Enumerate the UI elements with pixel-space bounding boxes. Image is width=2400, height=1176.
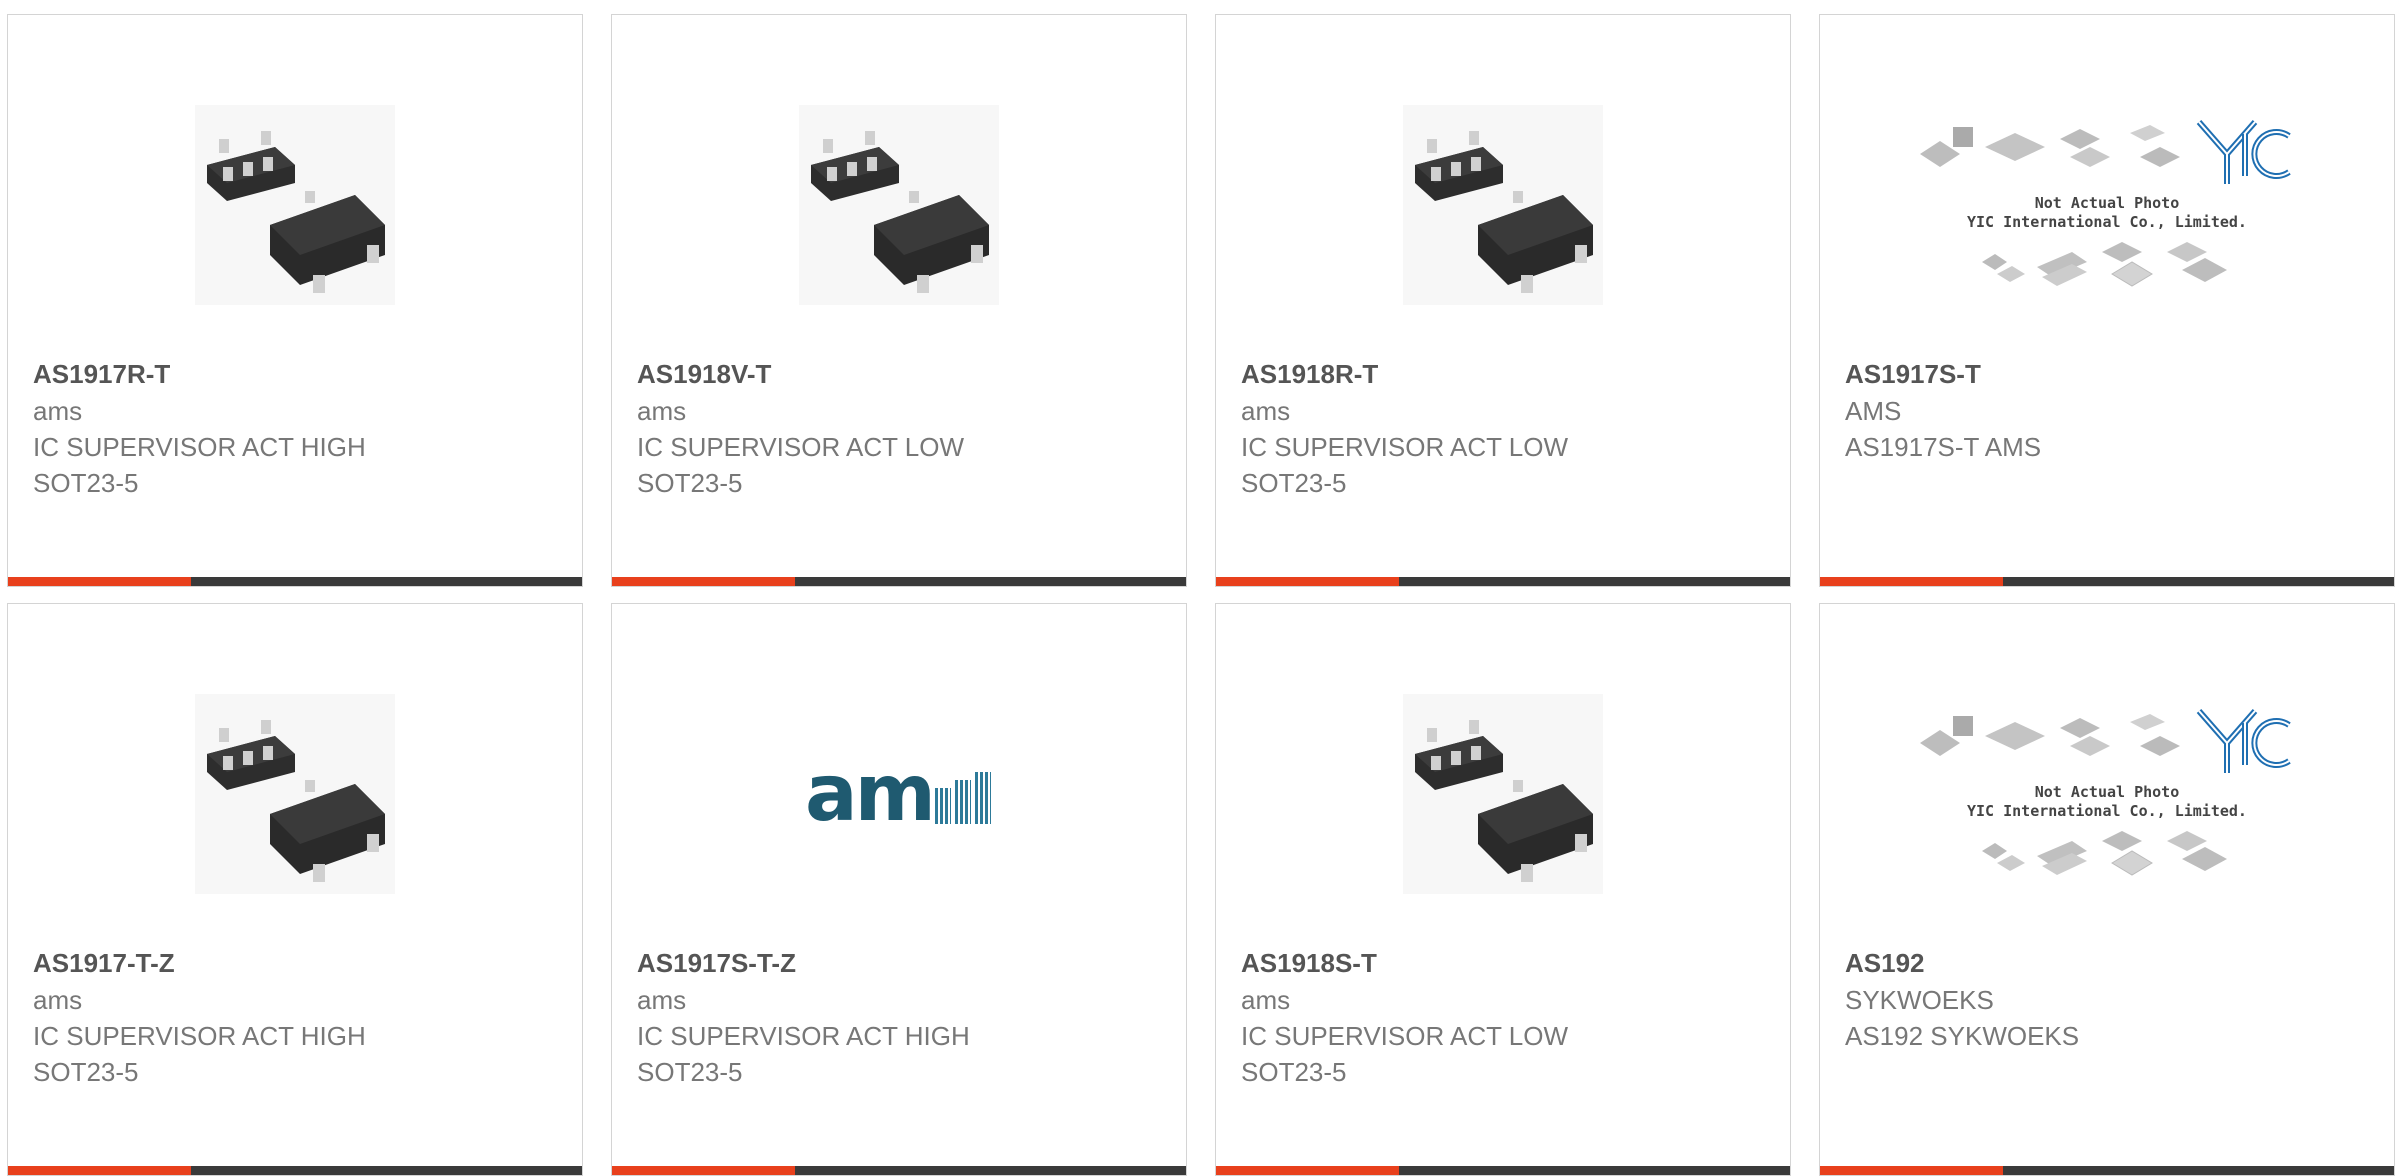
description-line: SOT23-5	[33, 1057, 139, 1087]
description-line: IC SUPERVISOR ACT HIGH	[637, 1021, 970, 1051]
product-image	[8, 664, 582, 924]
part-number[interactable]: AS1917S-T-Z	[637, 944, 1166, 982]
description-line: AS192 SYKWOEKS	[1845, 1021, 2080, 1051]
part-number[interactable]: AS1918S-T	[1241, 944, 1770, 982]
card-accent-bar	[1216, 577, 1790, 586]
card-accent-bar	[1820, 577, 2394, 586]
description-line: SOT23-5	[1241, 1057, 1347, 1087]
sot23-5-icon	[1403, 105, 1603, 305]
part-number[interactable]: AS1918R-T	[1241, 355, 1770, 393]
manufacturer: AMS	[1845, 396, 1902, 426]
product-card[interactable]: AS1918V-T ams IC SUPERVISOR ACT LOW SOT23-…	[611, 14, 1187, 587]
description-line: IC SUPERVISOR ACT LOW	[1241, 432, 1569, 462]
placeholder-image: Not Actual Photo YIC International Co., …	[1915, 703, 2299, 886]
packages-icon	[1981, 241, 2227, 287]
packages-icon	[1919, 713, 2180, 756]
part-number[interactable]: AS1917S-T	[1845, 355, 2374, 393]
card-accent-bar	[612, 577, 1186, 586]
description-line: SOT23-5	[1241, 468, 1347, 498]
part-number[interactable]: AS1917-T-Z	[33, 944, 562, 982]
product-image	[8, 75, 582, 335]
product-image	[1216, 664, 1790, 924]
ams-logo: am	[805, 749, 993, 839]
sot23-5-icon	[195, 694, 395, 894]
product-card[interactable]: AS1918R-T ams IC SUPERVISOR ACT LOW SOT23-…	[1215, 14, 1791, 587]
product-card[interactable]: AS1917R-T ams IC SUPERVISOR ACT HIGH SOT23…	[7, 14, 583, 587]
card-accent-bar	[612, 1166, 1186, 1175]
description-line: SOT23-5	[33, 468, 139, 498]
description-line: IC SUPERVISOR ACT HIGH	[33, 1021, 366, 1051]
card-accent-bar	[8, 1166, 582, 1175]
packages-icon	[1981, 830, 2227, 876]
product-card[interactable]: AS1917-T-Z ams IC SUPERVISOR ACT HIGH SOT2…	[7, 603, 583, 1176]
description-line: IC SUPERVISOR ACT LOW	[637, 432, 965, 462]
packages-icon	[1919, 124, 2180, 167]
product-card[interactable]: Not Actual Photo YIC International Co., …	[1819, 14, 2395, 587]
card-accent-bar	[1216, 1166, 1790, 1175]
description-line: SOT23-5	[637, 468, 743, 498]
product-card[interactable]: AS1918S-T ams IC SUPERVISOR ACT LOW SOT23-…	[1215, 603, 1791, 1176]
yic-logo	[2196, 708, 2291, 773]
product-image: Not Actual Photo YIC International Co., …	[1820, 75, 2394, 335]
manufacturer: ams	[1241, 985, 1291, 1015]
description-line: AS1917S-T AMS	[1845, 432, 2042, 462]
sot23-5-icon	[1403, 694, 1603, 894]
part-number[interactable]: AS192	[1845, 944, 2374, 982]
manufacturer: ams	[33, 396, 83, 426]
part-number[interactable]: AS1918V-T	[637, 355, 1166, 393]
placeholder-caption-2: YIC International Co., Limited.	[1967, 212, 2247, 231]
description-line: SOT23-5	[637, 1057, 743, 1087]
placeholder-image: Not Actual Photo YIC International Co., …	[1915, 114, 2299, 297]
manufacturer: ams	[1241, 396, 1291, 426]
description-line: IC SUPERVISOR ACT HIGH	[33, 432, 366, 462]
manufacturer: SYKWOEKS	[1845, 985, 1994, 1015]
product-image	[1216, 75, 1790, 335]
ams-logo-mark	[934, 772, 991, 824]
sot23-5-icon	[799, 105, 999, 305]
manufacturer: ams	[637, 985, 687, 1015]
placeholder-caption-1: Not Actual Photo	[2034, 193, 2180, 212]
manufacturer: ams	[33, 985, 83, 1015]
description-line: IC SUPERVISOR ACT LOW	[1241, 1021, 1569, 1051]
sot23-5-icon	[195, 105, 395, 305]
placeholder-caption-1: Not Actual Photo	[2034, 782, 2180, 801]
yic-logo	[2196, 119, 2291, 184]
card-accent-bar	[8, 577, 582, 586]
product-image: am	[612, 664, 1186, 924]
product-card[interactable]: Not Actual Photo YIC International Co., …	[1819, 603, 2395, 1176]
placeholder-caption-2: YIC International Co., Limited.	[1967, 801, 2247, 820]
product-card[interactable]: am AS1917S-T-Z ams IC SUPERVISOR ACT HIGH…	[611, 603, 1187, 1176]
card-accent-bar	[1820, 1166, 2394, 1175]
manufacturer: ams	[637, 396, 687, 426]
part-number[interactable]: AS1917R-T	[33, 355, 562, 393]
product-image: Not Actual Photo YIC International Co., …	[1820, 664, 2394, 924]
product-image	[612, 75, 1186, 335]
